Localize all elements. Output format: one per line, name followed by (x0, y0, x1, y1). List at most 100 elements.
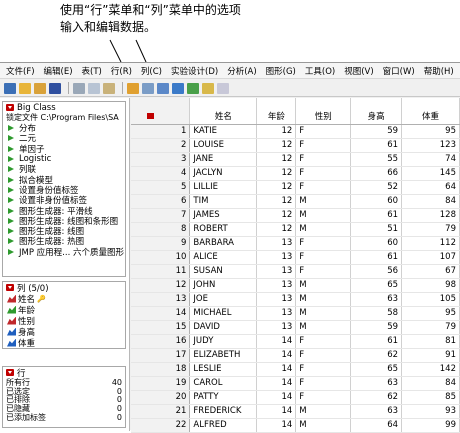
table-cell[interactable]: 56 (350, 264, 403, 279)
table-row[interactable]: 6 TIM 12 M 60 84 (131, 194, 460, 209)
table-cell[interactable]: 79 (401, 222, 460, 237)
table-cell[interactable]: F (295, 166, 352, 181)
row-number[interactable]: 19 (131, 376, 191, 391)
table-script-item[interactable]: 拟合模型 (3, 174, 125, 185)
row-number[interactable]: 16 (131, 334, 191, 349)
column-header[interactable]: 性别 (295, 98, 352, 125)
table-script-item[interactable]: 图形生成器: 线图和条形图 (3, 216, 125, 226)
table-cell[interactable]: 60 (350, 194, 403, 209)
table-cell[interactable]: 63 (350, 404, 403, 419)
table-cell[interactable]: 14 (256, 348, 297, 363)
table-row[interactable]: 11 SUSAN 13 F 56 67 (131, 264, 460, 279)
columns-panel-header[interactable]: 列 (5/0) (3, 282, 125, 294)
table-cell[interactable]: 95 (401, 124, 460, 139)
table-cell[interactable]: 74 (401, 152, 460, 167)
table-cell[interactable]: F (295, 236, 352, 251)
folder-icon[interactable] (34, 82, 46, 94)
table-row[interactable]: 15 DAVID 13 M 59 79 (131, 320, 460, 335)
row-number[interactable]: 7 (131, 208, 191, 223)
table-cell[interactable]: KATIE (189, 124, 258, 139)
column-header[interactable]: 体重 (401, 98, 460, 125)
row-number[interactable]: 14 (131, 306, 191, 321)
grid-icon[interactable] (142, 82, 154, 94)
row-number[interactable]: 11 (131, 264, 191, 279)
graph-builder-icon[interactable] (187, 82, 199, 94)
table-cell[interactable]: 128 (401, 208, 460, 223)
table-cell[interactable]: 12 (256, 152, 297, 167)
table-cell[interactable]: 13 (256, 292, 297, 307)
corner-triangle-icon[interactable] (146, 112, 154, 119)
table-cell[interactable]: 12 (256, 208, 297, 223)
table-script-item[interactable]: Logistic (3, 154, 125, 164)
table-cell[interactable]: MICHAEL (189, 306, 258, 321)
table-script-item[interactable]: JMP 应用程... 六个质量图形 (3, 247, 125, 257)
table-cell[interactable]: JOHN (189, 278, 258, 293)
table-cell[interactable]: 84 (401, 194, 460, 209)
table-cell[interactable]: 13 (256, 264, 297, 279)
row-number[interactable]: 8 (131, 222, 191, 237)
row-number[interactable]: 18 (131, 362, 191, 377)
menu-item[interactable]: 分析(A) (227, 65, 256, 77)
table-cell[interactable]: M (295, 194, 352, 209)
row-number[interactable]: 3 (131, 152, 191, 167)
menu-item[interactable]: 实验设计(D) (171, 65, 218, 77)
table-cell[interactable]: 59 (350, 320, 403, 335)
table-script-item[interactable]: 图形生成器: 线图 (3, 226, 125, 236)
menu-item[interactable]: 列(C) (141, 65, 162, 77)
table-cell[interactable]: 14 (256, 362, 297, 377)
menu-item[interactable]: 编辑(E) (44, 65, 73, 77)
row-number[interactable]: 12 (131, 278, 191, 293)
table-cell[interactable]: ELIZABETH (189, 348, 258, 363)
table-cell[interactable]: F (295, 152, 352, 167)
table-cell[interactable]: CAROL (189, 376, 258, 391)
rows-panel-header[interactable]: 行 (3, 367, 125, 379)
table-cell[interactable]: F (295, 250, 352, 265)
table-cell[interactable]: 12 (256, 166, 297, 181)
table-row[interactable]: 7 JAMES 12 M 61 128 (131, 208, 460, 223)
red-triangle-icon[interactable] (6, 104, 14, 111)
table-cell[interactable]: 63 (350, 292, 403, 307)
table-panel-header[interactable]: Big Class (3, 102, 125, 113)
table-row[interactable]: 8 ROBERT 12 M 51 79 (131, 222, 460, 237)
menu-item[interactable]: 行(R) (111, 65, 132, 77)
table-cell[interactable]: TIM (189, 194, 258, 209)
table-cell[interactable]: PATTY (189, 390, 258, 405)
table-cell[interactable]: 12 (256, 138, 297, 153)
table-row[interactable]: 3 JANE 12 F 55 74 (131, 152, 460, 167)
table-cell[interactable]: 79 (401, 320, 460, 335)
table-cell[interactable]: F (295, 138, 352, 153)
column-item[interactable]: 体重 (3, 337, 125, 349)
table-cell[interactable]: F (295, 264, 352, 279)
table-cell[interactable]: LOUISE (189, 138, 258, 153)
table-cell[interactable]: M (295, 306, 352, 321)
column-header[interactable]: 姓名 (189, 98, 258, 125)
table-cell[interactable]: JAMES (189, 208, 258, 223)
save-icon[interactable] (49, 82, 61, 94)
row-number[interactable]: 9 (131, 236, 191, 251)
fit-model-icon[interactable] (202, 82, 214, 94)
table-cell[interactable]: F (295, 348, 352, 363)
table-cell[interactable]: JACLYN (189, 166, 258, 181)
menu-item[interactable]: 工具(O) (305, 65, 335, 77)
row-number[interactable]: 17 (131, 348, 191, 363)
table-cell[interactable]: 14 (256, 334, 297, 349)
menu-item[interactable]: 图形(G) (266, 65, 296, 77)
table-cell[interactable]: 63 (350, 376, 403, 391)
table-cell[interactable]: 14 (256, 376, 297, 391)
table-cell[interactable]: 13 (256, 278, 297, 293)
table-cell[interactable]: 98 (401, 278, 460, 293)
menu-item[interactable]: 文件(F) (6, 65, 35, 77)
table-cell[interactable]: M (295, 404, 352, 419)
menu-item[interactable]: 视图(V) (344, 65, 373, 77)
table-script-item[interactable]: 图形生成器: 热图 (3, 236, 125, 247)
table-cell[interactable]: 12 (256, 222, 297, 237)
table-cell[interactable]: 12 (256, 124, 297, 139)
table-script-item[interactable]: 二元 (3, 133, 125, 144)
table-cell[interactable]: DAVID (189, 320, 258, 335)
table-cell[interactable]: 112 (401, 236, 460, 251)
row-number[interactable]: 10 (131, 250, 191, 265)
table-cell[interactable]: M (295, 278, 352, 293)
menu-item[interactable]: 帮助(H) (424, 65, 454, 77)
table-cell[interactable]: 12 (256, 180, 297, 195)
red-triangle-icon[interactable] (6, 284, 14, 291)
